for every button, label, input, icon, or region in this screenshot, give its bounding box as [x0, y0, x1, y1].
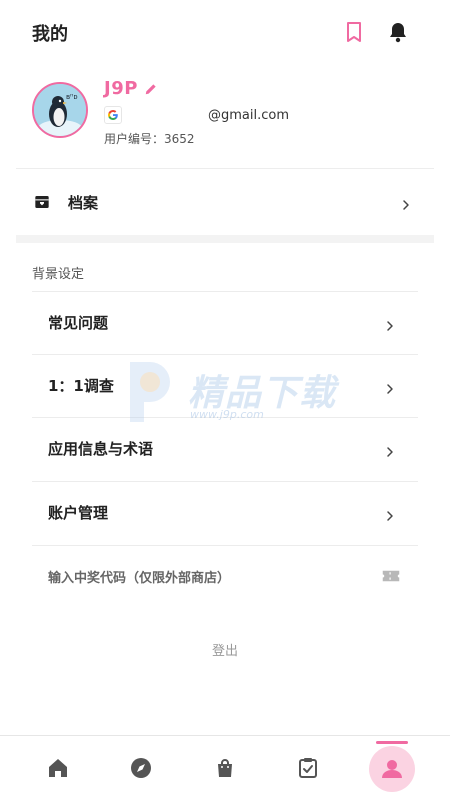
chevron-right-icon [384, 380, 396, 394]
email-text: @gmail.com [208, 107, 290, 123]
archive-label: 档案 [68, 194, 99, 212]
logout-button[interactable]: 登出 [0, 640, 450, 659]
chevron-right-icon [384, 317, 396, 331]
compass-icon[interactable] [129, 756, 153, 780]
menu-item-inquiry[interactable]: 1：1调查 [32, 354, 418, 417]
nav-profile-button[interactable] [369, 746, 415, 792]
pencil-icon[interactable] [144, 81, 158, 95]
profile-section: ʙᴴᴅ J9P @gmail.com 用户编号：3652 [0, 70, 450, 168]
email-row: @gmail.com [104, 106, 289, 124]
header: 我的 [0, 0, 450, 64]
chevron-right-icon [400, 196, 412, 210]
archive-row[interactable]: 档案 [0, 170, 450, 234]
username: J9P [104, 77, 138, 99]
menu-item-label: 常见问题 [48, 314, 109, 332]
shopping-bag-icon[interactable] [213, 756, 237, 780]
divider [16, 168, 434, 169]
chevron-right-icon [384, 507, 396, 521]
svg-text:ʙᴴᴅ: ʙᴴᴅ [66, 93, 78, 101]
menu-item-account[interactable]: 账户管理 [32, 481, 418, 544]
google-icon [104, 106, 122, 124]
section-divider [16, 235, 434, 243]
menu-item-redeem-code[interactable]: 输入中奖代码（仅限外部商店） [32, 545, 418, 608]
avatar[interactable]: ʙᴴᴅ [32, 82, 88, 138]
home-icon[interactable] [46, 756, 70, 780]
username-row: J9P [104, 76, 158, 100]
profile-icon [382, 760, 402, 778]
menu-item-faq[interactable]: 常见问题 [32, 291, 418, 354]
menu-item-label: 1：1调查 [48, 377, 114, 395]
active-tab-indicator [376, 741, 408, 744]
bottom-nav [0, 735, 450, 801]
user-id: 用户编号：3652 [104, 132, 195, 146]
bell-icon[interactable] [386, 20, 410, 44]
archive-icon [34, 194, 50, 210]
bookmark-icon[interactable] [342, 20, 366, 44]
redeem-code-label: 输入中奖代码（仅限外部商店） [48, 571, 231, 586]
page-title: 我的 [32, 24, 68, 45]
chevron-right-icon [384, 443, 396, 457]
ticket-icon [382, 568, 400, 582]
clipboard-check-icon[interactable] [296, 756, 320, 780]
menu-item-label: 账户管理 [48, 504, 109, 522]
section-title: 背景设定 [32, 267, 85, 282]
menu-item-label: 应用信息与术语 [48, 440, 154, 458]
menu-item-app-info[interactable]: 应用信息与术语 [32, 417, 418, 480]
